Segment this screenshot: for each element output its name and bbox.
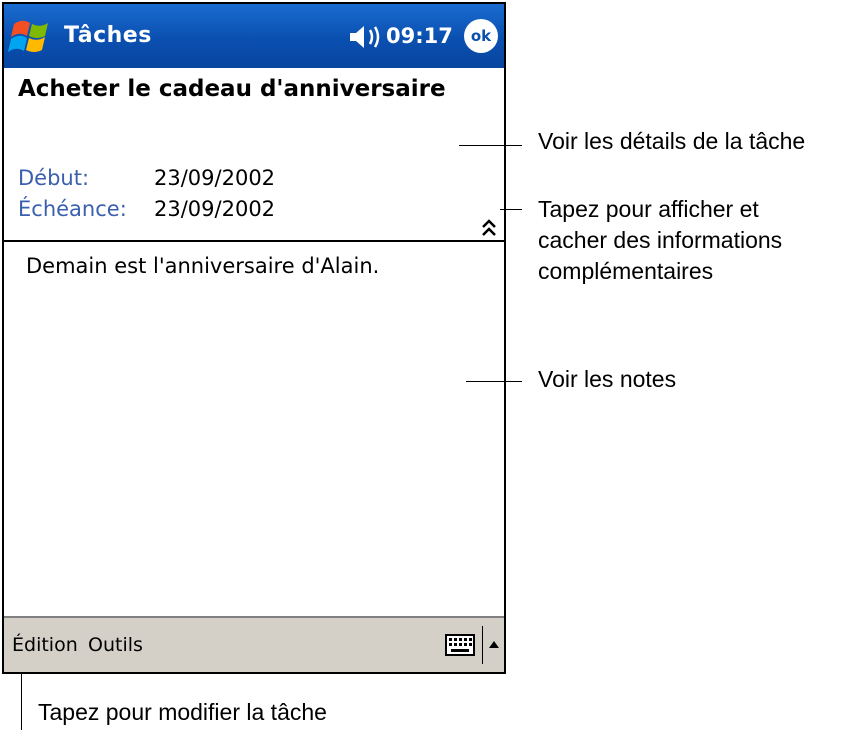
title-bar: Tâches 09:17 ok [4,4,504,68]
speaker-icon[interactable] [348,24,382,50]
callout-toggle-line3: complémentaires [538,258,714,284]
callout-toggle-line1: Tapez pour afficher et [538,196,759,222]
up-arrow-icon[interactable] [488,638,500,650]
menu-tools[interactable]: Outils [88,618,143,672]
app-title: Tâches [64,23,152,48]
windows-flag-icon[interactable] [8,12,56,60]
callout-toggle-line2: cacher des informations [538,227,783,253]
clock[interactable]: 09:17 [386,4,453,68]
collapse-toggle-icon[interactable] [480,218,498,238]
due-date-label[interactable]: Échéance: [18,197,127,221]
due-date-value[interactable]: 23/09/2002 [154,197,275,221]
start-date-label[interactable]: Début: [18,166,89,190]
menu-edit[interactable]: Édition [12,618,78,672]
ok-button[interactable]: ok [464,19,498,53]
callout-notes: Voir les notes [538,366,677,392]
callout-toggle: Tapez pour afficher et cacher des inform… [538,194,782,287]
task-notes[interactable]: Demain est l'anniversaire d'Alain. [26,254,379,278]
sip-divider [482,626,483,664]
callout-line-edit [21,674,22,730]
callout-line-notes [466,381,522,382]
header-divider [4,240,504,242]
callout-details: Voir les détails de la tâche [538,128,806,154]
callout-edit: Tapez pour modifier la tâche [38,699,327,725]
pocketpc-screen: Tâches 09:17 ok Acheter le cadeau d'anni… [2,2,506,674]
keyboard-icon[interactable] [445,634,475,656]
menu-bar: Édition Outils [4,616,504,672]
callout-line-details [459,145,522,146]
callout-line-toggle [500,209,522,210]
start-date-value[interactable]: 23/09/2002 [154,166,275,190]
task-title[interactable]: Acheter le cadeau d'anniversaire [18,76,446,102]
